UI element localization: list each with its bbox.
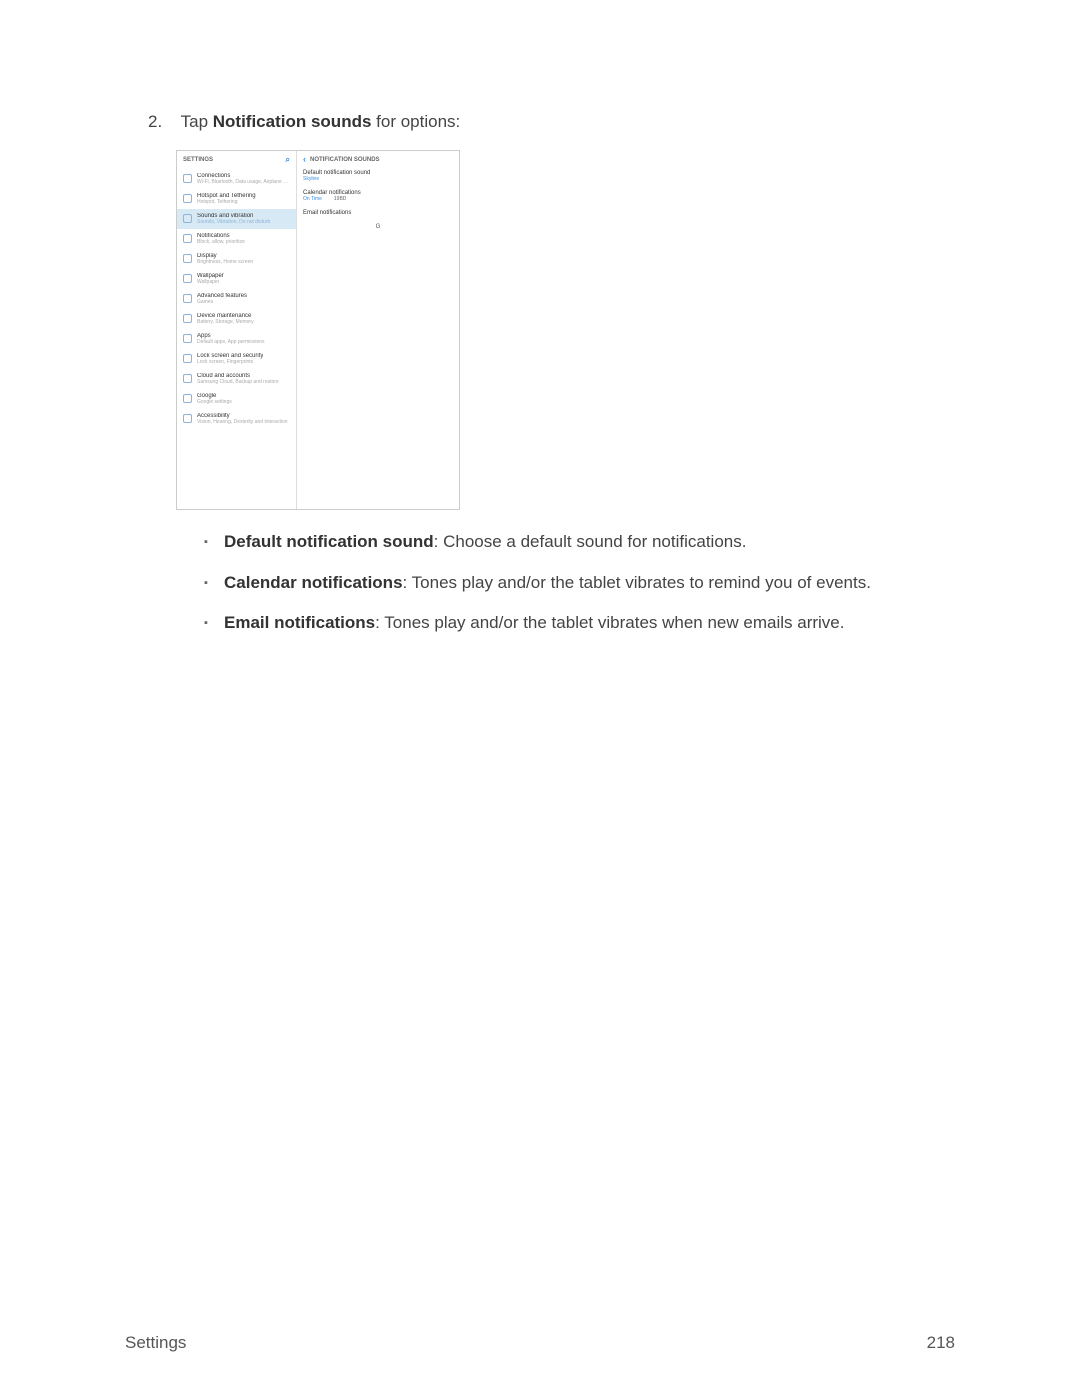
option-text: : Choose a default sound for notificatio…	[434, 532, 747, 551]
row-title: Email notifications	[303, 210, 453, 216]
sidebar-item[interactable]: Lock screen and securityLock screen, Fin…	[177, 349, 296, 369]
item-icon	[183, 414, 192, 423]
sidebar-item[interactable]: GoogleGoogle settings	[177, 389, 296, 409]
option-list: Default notification sound: Choose a def…	[204, 530, 955, 636]
sidebar-item[interactable]: Advanced featuresGames	[177, 289, 296, 309]
step-bold: Notification sounds	[213, 112, 372, 131]
item-subtitle: Samsung Cloud, Backup and restore	[197, 379, 279, 385]
option-bold: Calendar notifications	[224, 573, 403, 592]
item-icon	[183, 274, 192, 283]
sidebar-item[interactable]: DisplayBrightness, Home screen	[177, 249, 296, 269]
detail-row[interactable]: Email notifications	[303, 210, 453, 216]
item-subtitle: Brightness, Home screen	[197, 259, 253, 265]
step-number: 2.	[148, 112, 162, 132]
row-sub: Skyline	[303, 176, 319, 182]
sidebar-item[interactable]: NotificationsBlock, allow, prioritize	[177, 229, 296, 249]
option-bold: Default notification sound	[224, 532, 434, 551]
search-icon[interactable]: ⌕	[286, 155, 290, 165]
row-note: 19BD	[334, 196, 347, 202]
item-icon	[183, 194, 192, 203]
item-icon	[183, 334, 192, 343]
footer-page-number: 218	[927, 1333, 955, 1353]
item-icon	[183, 294, 192, 303]
step-2: 2. Tap Notification sounds for options:	[148, 112, 955, 132]
sidebar-item[interactable]: Cloud and accountsSamsung Cloud, Backup …	[177, 369, 296, 389]
sidebar-header: SETTINGS ⌕	[177, 151, 296, 169]
item-subtitle: Hotspot, Tethering	[197, 199, 256, 205]
sidebar-item[interactable]: Device maintenanceBattery, Storage, Memo…	[177, 309, 296, 329]
item-subtitle: Lock screen, Fingerprints	[197, 359, 263, 365]
option-text: : Tones play and/or the tablet vibrates …	[403, 573, 871, 592]
item-subtitle: Block, allow, prioritize	[197, 239, 245, 245]
screenshot-mock: SETTINGS ⌕ ConnectionsWi-Fi, Bluetooth, …	[176, 150, 460, 510]
option-item: Calendar notifications: Tones play and/o…	[204, 571, 955, 596]
item-subtitle: Wallpaper	[197, 279, 224, 285]
sidebar-item[interactable]: Hotspot and TetheringHotspot, Tethering	[177, 189, 296, 209]
item-icon	[183, 234, 192, 243]
item-icon	[183, 314, 192, 323]
item-subtitle: Games	[197, 299, 247, 305]
item-subtitle: Google settings	[197, 399, 232, 405]
item-subtitle: Sounds, Vibration, Do not disturb	[197, 219, 270, 225]
detail-header: ‹ NOTIFICATION SOUNDS	[303, 155, 453, 164]
detail-row[interactable]: Calendar notificationsOn Time19BD	[303, 190, 453, 202]
sidebar-item[interactable]: WallpaperWallpaper	[177, 269, 296, 289]
row-sub: On Time	[303, 196, 322, 202]
detail-row[interactable]: Default notification soundSkyline	[303, 170, 453, 182]
item-icon	[183, 354, 192, 363]
sidebar-item[interactable]: Sounds and vibrationSounds, Vibration, D…	[177, 209, 296, 229]
item-icon	[183, 214, 192, 223]
sidebar-item[interactable]: AccessibilityVision, Hearing, Dexterity …	[177, 409, 296, 429]
settings-sidebar: SETTINGS ⌕ ConnectionsWi-Fi, Bluetooth, …	[177, 151, 297, 509]
item-subtitle: Wi-Fi, Bluetooth, Data usage, Airplane m…	[197, 179, 291, 185]
item-icon	[183, 254, 192, 263]
back-icon[interactable]: ‹	[303, 155, 306, 164]
step-suffix: for options:	[371, 112, 460, 131]
option-text: : Tones play and/or the tablet vibrates …	[375, 613, 844, 632]
sidebar-item[interactable]: ConnectionsWi-Fi, Bluetooth, Data usage,…	[177, 169, 296, 189]
sidebar-item[interactable]: AppsDefault apps, App permissions	[177, 329, 296, 349]
detail-title: NOTIFICATION SOUNDS	[310, 157, 380, 163]
option-item: Email notifications: Tones play and/or t…	[204, 611, 955, 636]
item-icon	[183, 374, 192, 383]
item-subtitle: Vision, Hearing, Dexterity and interacti…	[197, 419, 288, 425]
item-icon	[183, 174, 192, 183]
stray-label: G	[303, 224, 453, 230]
item-subtitle: Battery, Storage, Memory	[197, 319, 254, 325]
item-subtitle: Default apps, App permissions	[197, 339, 265, 345]
item-icon	[183, 394, 192, 403]
option-item: Default notification sound: Choose a def…	[204, 530, 955, 555]
detail-panel: ‹ NOTIFICATION SOUNDS Default notificati…	[297, 151, 459, 509]
step-prefix: Tap	[181, 112, 213, 131]
sidebar-title: SETTINGS	[183, 157, 213, 163]
option-bold: Email notifications	[224, 613, 375, 632]
footer-section: Settings	[125, 1333, 186, 1353]
page-footer: Settings 218	[125, 1333, 955, 1353]
